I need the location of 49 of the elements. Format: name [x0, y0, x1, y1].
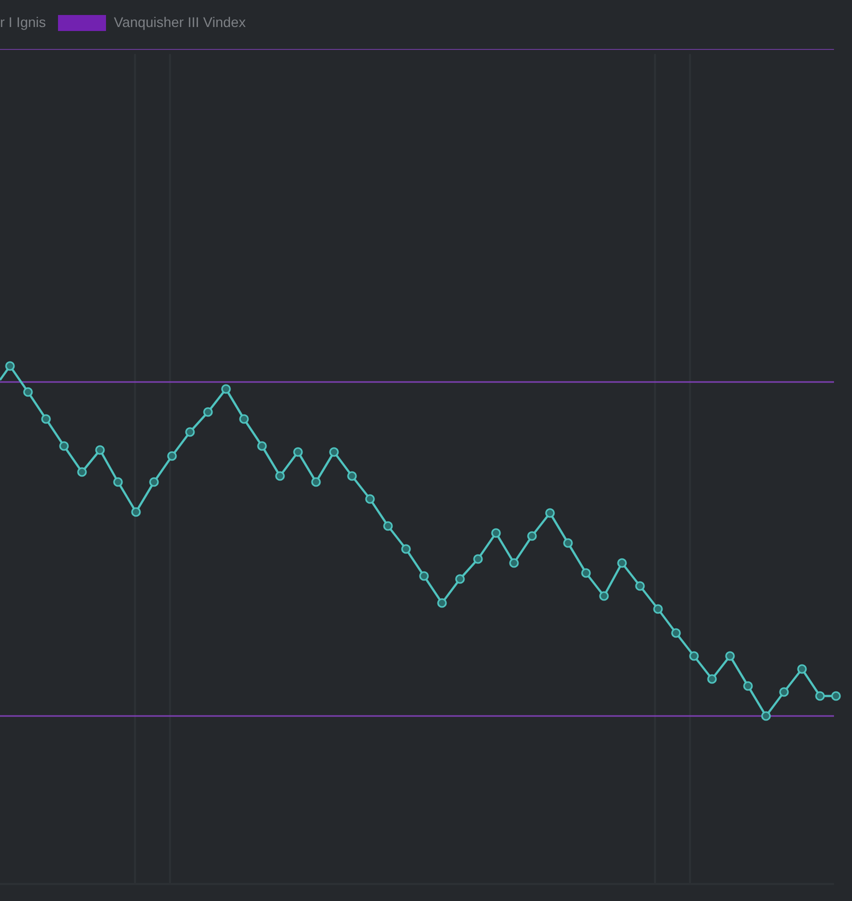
data-point — [725, 651, 735, 661]
data-point — [563, 538, 573, 548]
data-point — [491, 528, 501, 538]
data-point — [221, 384, 231, 394]
data-point — [761, 711, 771, 721]
data-point — [131, 507, 141, 517]
data-point — [257, 441, 267, 451]
data-point — [95, 445, 105, 455]
data-point — [581, 568, 591, 578]
data-point — [41, 414, 51, 424]
data-point — [401, 544, 411, 554]
data-point — [831, 691, 841, 701]
data-point — [473, 554, 483, 564]
data-point — [545, 508, 555, 518]
data-point — [5, 361, 15, 371]
data-point — [671, 628, 681, 638]
data-point — [617, 558, 627, 568]
data-point — [383, 521, 393, 531]
data-point — [77, 467, 87, 477]
data-point — [455, 574, 465, 584]
data-point — [203, 407, 213, 417]
data-point — [59, 441, 69, 451]
data-point — [167, 451, 177, 461]
data-point — [185, 427, 195, 437]
data-point — [707, 674, 717, 684]
data-point — [419, 571, 429, 581]
data-point — [689, 651, 699, 661]
data-point — [437, 598, 447, 608]
data-point — [311, 477, 321, 487]
data-point — [815, 691, 825, 701]
data-point — [509, 558, 519, 568]
data-point — [653, 604, 663, 614]
data-point — [365, 494, 375, 504]
legend-label: r I Ignis — [0, 13, 46, 32]
data-point — [797, 664, 807, 674]
data-point — [527, 531, 537, 541]
data-point — [599, 591, 609, 601]
data-point — [275, 471, 285, 481]
data-point — [113, 477, 123, 487]
data-point — [743, 681, 753, 691]
data-point — [779, 687, 789, 697]
data-point — [347, 471, 357, 481]
data-point — [149, 477, 159, 487]
legend-label: Vanquisher III Vindex — [114, 13, 246, 32]
data-point — [293, 447, 303, 457]
data-point — [23, 387, 33, 397]
data-point — [329, 447, 339, 457]
data-point — [635, 581, 645, 591]
data-point — [239, 414, 249, 424]
